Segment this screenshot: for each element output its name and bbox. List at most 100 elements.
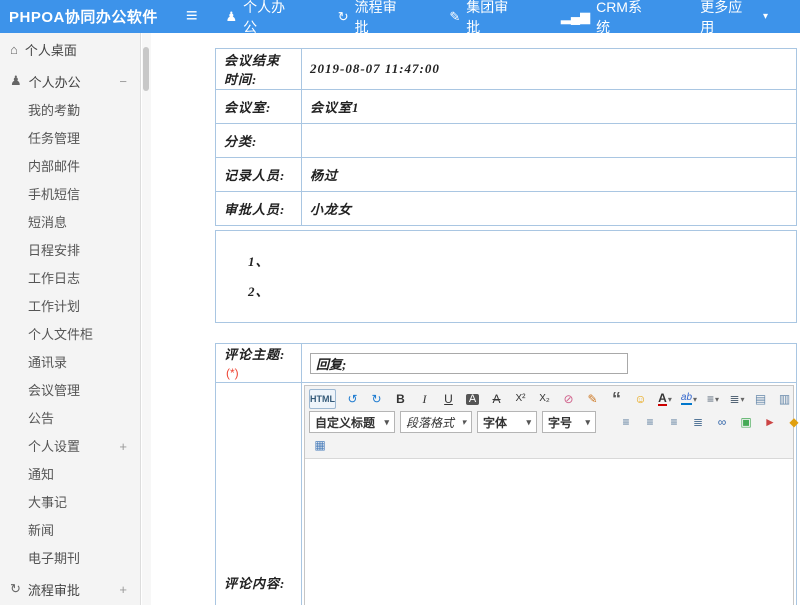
nav-item-icon: ✎ xyxy=(449,9,460,25)
comment-content-row: 评论内容: HTML ↺ xyxy=(216,383,797,605)
flash-icon[interactable]: ◆ xyxy=(783,412,800,432)
table-row: 审批人员: 小龙女 xyxy=(216,192,797,226)
font-bg-icon[interactable]: A xyxy=(462,389,484,409)
sidebar-item-contacts[interactable]: 通讯录 xyxy=(0,349,140,377)
image-icon[interactable]: ▣ xyxy=(735,412,757,432)
required-mark: (*) xyxy=(226,366,239,380)
sidebar-item-label: 短消息 xyxy=(28,209,67,237)
redo-icon[interactable]: ↻ xyxy=(366,389,388,409)
comment-subject-value-cell xyxy=(302,344,797,383)
sidebar-section-workflow-approval[interactable]: ↻ 流程审批 + xyxy=(0,573,140,605)
sidebar-item-announcement[interactable]: 公告 xyxy=(0,405,140,433)
superscript-icon[interactable]: X² xyxy=(510,389,532,409)
media-icon[interactable]: ► xyxy=(759,412,781,432)
caret-down-icon: ▾ xyxy=(384,417,389,428)
sidebar-item-personal-settings[interactable]: 个人设置 + xyxy=(0,433,140,461)
expand-icon: + xyxy=(119,582,127,597)
html-source-button[interactable]: HTML xyxy=(309,389,336,409)
sidebar-item-work-log[interactable]: 工作日志 xyxy=(0,265,140,293)
sidebar-item-internal-mail[interactable]: 内部邮件 xyxy=(0,153,140,181)
remove-format-icon[interactable]: ⊘ xyxy=(558,389,580,409)
align-right-icon[interactable]: ≡ xyxy=(663,412,685,432)
sidebar-item-label: 任务管理 xyxy=(28,125,80,153)
nav-group-approval[interactable]: ✎ 集团审批 xyxy=(449,0,529,37)
font-select[interactable]: 字体 ▾ xyxy=(477,411,537,433)
sidebar-section-personal-office[interactable]: ♟ 个人办公 − xyxy=(0,65,140,97)
align-left-icon[interactable]: ≡ xyxy=(615,412,637,432)
sidebar-item-attendance[interactable]: 我的考勤 xyxy=(0,97,140,125)
app-window: PHPOA协同办公软件 ≡ ♟ 个人办公 ↻ 流程审批 ✎ 集团审批 xyxy=(0,0,800,605)
emoticons-icon[interactable]: ☺ xyxy=(630,389,652,409)
sidebar-item-label: 手机短信 xyxy=(28,181,80,209)
sidebar-item-label: 新闻 xyxy=(28,517,54,545)
subscript-icon[interactable]: X₂ xyxy=(534,389,556,409)
app-logo: PHPOA协同办公软件 xyxy=(0,6,186,27)
bold-icon[interactable]: B xyxy=(390,389,412,409)
sidebar-item-short-message[interactable]: 短消息 xyxy=(0,209,140,237)
sidebar-section-label: 个人桌面 xyxy=(25,40,77,59)
strikethrough-icon[interactable]: A xyxy=(486,389,508,409)
sidebar-section-personal-desktop[interactable]: ⌂ 个人桌面 xyxy=(0,33,140,65)
ordered-list-icon[interactable]: ≡▾ xyxy=(702,389,724,409)
table-icon[interactable]: ▦ xyxy=(309,435,331,455)
sidebar-items: 我的考勤 任务管理 内部邮件 手机短信 xyxy=(0,97,140,573)
sidebar-item-label: 公告 xyxy=(28,405,54,433)
format-painter-icon[interactable]: ✎ xyxy=(582,389,604,409)
sidebar-item-news[interactable]: 新闻 xyxy=(0,517,140,545)
sidebar-item-notification[interactable]: 通知 xyxy=(0,461,140,489)
sidebar-item-e-journal[interactable]: 电子期刊 xyxy=(0,545,140,573)
heading-select[interactable]: 自定义标题 ▾ xyxy=(309,411,395,433)
italic-icon[interactable]: I xyxy=(414,389,436,409)
detail-value: 2019-08-07 11:47:00 xyxy=(302,49,797,90)
underline-icon[interactable]: U xyxy=(438,389,460,409)
table-row: 分类: xyxy=(216,124,797,158)
toolbar-row-3: ▦ xyxy=(308,434,790,456)
quote-icon[interactable]: “ xyxy=(606,389,628,409)
editor-content-area[interactable] xyxy=(305,459,793,605)
align-center-icon[interactable]: ≡ xyxy=(639,412,661,432)
unordered-list-icon[interactable]: ≣▾ xyxy=(726,389,748,409)
page-break-icon[interactable]: ▤ xyxy=(750,389,772,409)
highlight-icon[interactable]: ab▾ xyxy=(678,389,700,409)
nav-personal-office[interactable]: ♟ 个人办公 xyxy=(225,0,305,37)
size-select[interactable]: 字号 ▾ xyxy=(542,411,596,433)
sidebar-item-label: 电子期刊 xyxy=(28,545,80,573)
scrollbar-thumb[interactable] xyxy=(143,47,149,91)
nav-item-label: 个人办公 xyxy=(243,0,298,37)
nav-workflow-approval[interactable]: ↻ 流程审批 xyxy=(338,0,418,37)
sidebar-item-mobile-sms[interactable]: 手机短信 xyxy=(0,181,140,209)
topbar-nav: ♟ 个人办公 ↻ 流程审批 ✎ 集团审批 ▂▄▆ xyxy=(225,0,800,37)
detail-label: 审批人员: xyxy=(216,192,302,226)
comment-subject-input[interactable] xyxy=(310,353,628,374)
table-row: 会议室: 会议室1 xyxy=(216,90,797,124)
align-justify-icon[interactable]: ≣ xyxy=(687,412,709,432)
nav-more-apps[interactable]: 更多应用 ▾ xyxy=(694,0,768,37)
sidebar-item-work-plan[interactable]: 工作计划 xyxy=(0,293,140,321)
meeting-detail-table: 会议结束时间: 2019-08-07 11:47:00 会议室: 会议室1 分类… xyxy=(215,48,797,226)
sidebar-item-label: 日程安排 xyxy=(28,237,80,265)
collapse-icon: − xyxy=(119,74,127,89)
paragraph-select[interactable]: 段落格式 ▾ xyxy=(400,411,472,433)
sidebar-item-meeting-management[interactable]: 会议管理 xyxy=(0,377,140,405)
comment-form-table: 评论主题:(*) 评论内容: HTML xyxy=(215,343,797,605)
print-icon[interactable]: ▥ xyxy=(774,389,796,409)
main-content: 会议结束时间: 2019-08-07 11:47:00 会议室: 会议室1 分类… xyxy=(151,33,800,605)
editor-toolbar: HTML ↺ ↻ xyxy=(305,386,793,459)
sidebar-item-schedule[interactable]: 日程安排 xyxy=(0,237,140,265)
hamburger-menu-icon[interactable]: ≡ xyxy=(186,0,198,33)
sidebar-item-memorabilia[interactable]: 大事记 xyxy=(0,489,140,517)
detail-value: 小龙女 xyxy=(302,192,797,226)
detail-label: 会议室: xyxy=(216,90,302,124)
nav-item-icon: ▂▄▆ xyxy=(561,9,590,25)
sidebar-item-task-management[interactable]: 任务管理 xyxy=(0,125,140,153)
sidebar-scrollbar xyxy=(142,33,151,605)
sidebar-item-label: 我的考勤 xyxy=(28,97,80,125)
undo-icon[interactable]: ↺ xyxy=(342,389,364,409)
sidebar-item-file-cabinet[interactable]: 个人文件柜 xyxy=(0,321,140,349)
nav-crm-system[interactable]: ▂▄▆ CRM系统 xyxy=(561,0,662,37)
toolbar-row-1: HTML ↺ ↻ xyxy=(308,388,790,410)
link-icon[interactable]: ∞ xyxy=(711,412,733,432)
font-color-icon[interactable]: A▾ xyxy=(654,389,676,409)
comment-editor-cell: HTML ↺ ↻ xyxy=(302,383,797,605)
caret-down-icon: ▾ xyxy=(461,417,466,428)
